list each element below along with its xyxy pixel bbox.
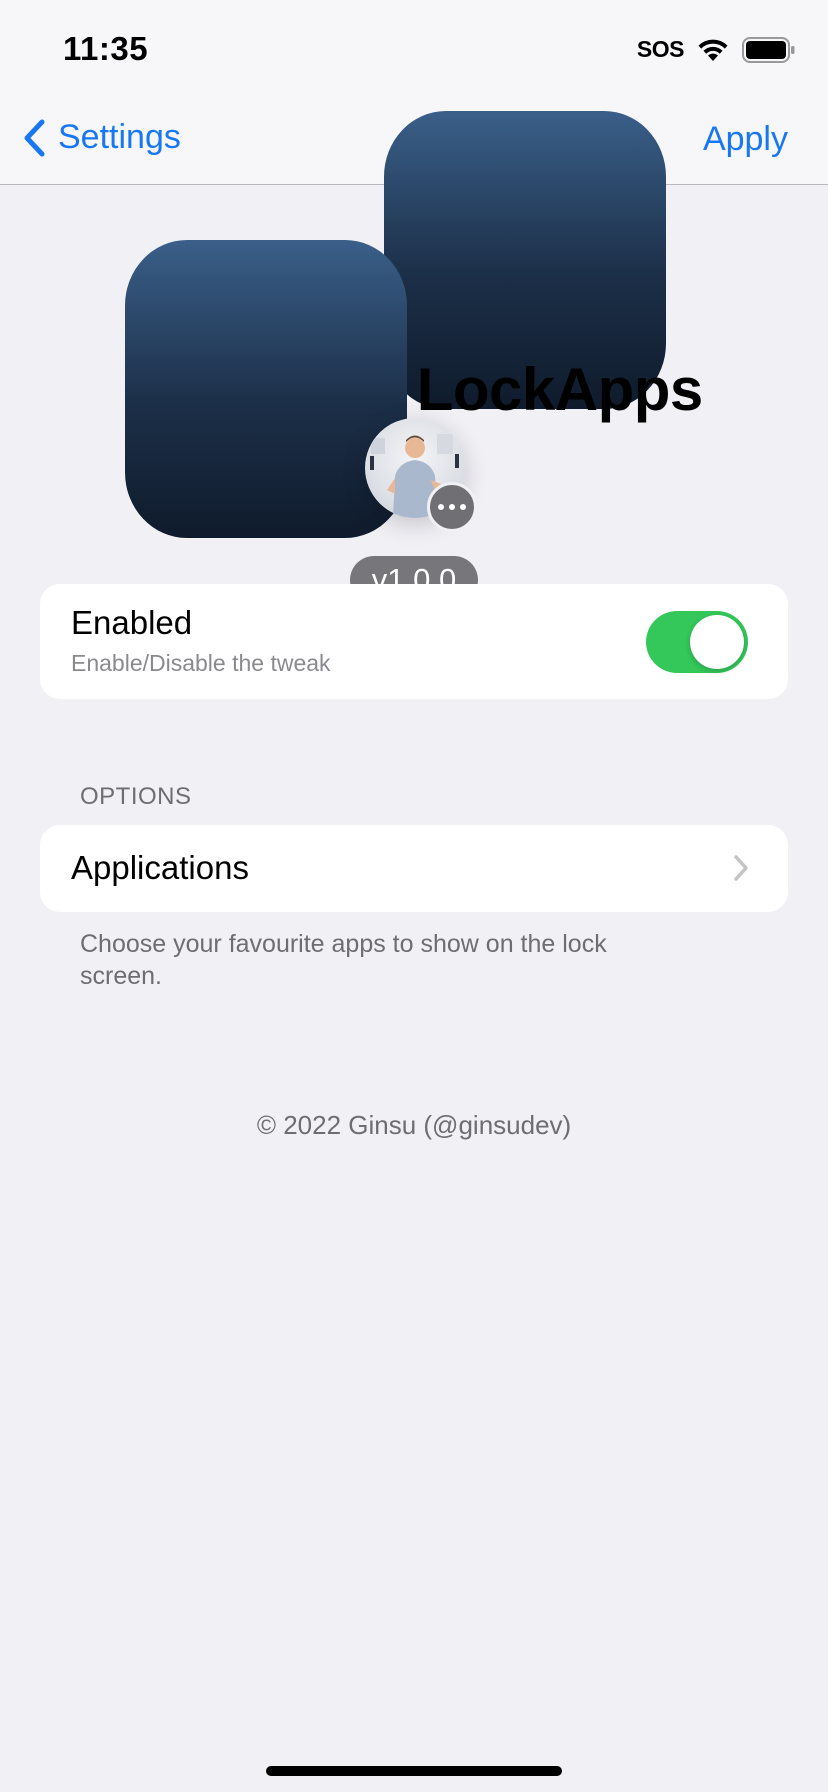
back-button[interactable]: Settings	[22, 118, 181, 157]
developer-avatar[interactable]	[365, 418, 477, 532]
enabled-cell: Enabled Enable/Disable the tweak	[40, 584, 788, 699]
battery-icon	[742, 36, 795, 63]
enabled-toggle[interactable]	[646, 611, 748, 673]
status-indicators: SOS	[637, 36, 796, 63]
status-time: 11:35	[63, 30, 149, 67]
options-section-header: OPTIONS	[80, 783, 192, 810]
sos-indicator: SOS	[636, 36, 685, 62]
page-title: LockApps	[416, 355, 704, 423]
toggle-knob	[690, 615, 744, 669]
options-footer: Choose your favourite apps to show on th…	[80, 930, 607, 990]
enabled-subtitle: Enable/Disable the tweak	[71, 650, 331, 676]
status-bar: 11:35 SOS	[0, 0, 828, 100]
back-button-label: Settings	[58, 118, 181, 156]
copyright-text: © 2022 Ginsu (@ginsudev)	[256, 1110, 572, 1140]
chevron-right-icon	[734, 855, 748, 881]
wifi-icon	[698, 39, 728, 61]
home-indicator[interactable]	[266, 1766, 562, 1776]
navigation-bar: Settings Apply	[0, 100, 828, 410]
apply-button[interactable]: Apply	[703, 120, 788, 159]
enabled-title: Enabled	[71, 604, 193, 641]
chevron-left-icon	[24, 119, 45, 156]
applications-label: Applications	[71, 849, 249, 886]
more-button[interactable]	[427, 482, 477, 532]
applications-cell[interactable]: Applications	[40, 825, 788, 912]
